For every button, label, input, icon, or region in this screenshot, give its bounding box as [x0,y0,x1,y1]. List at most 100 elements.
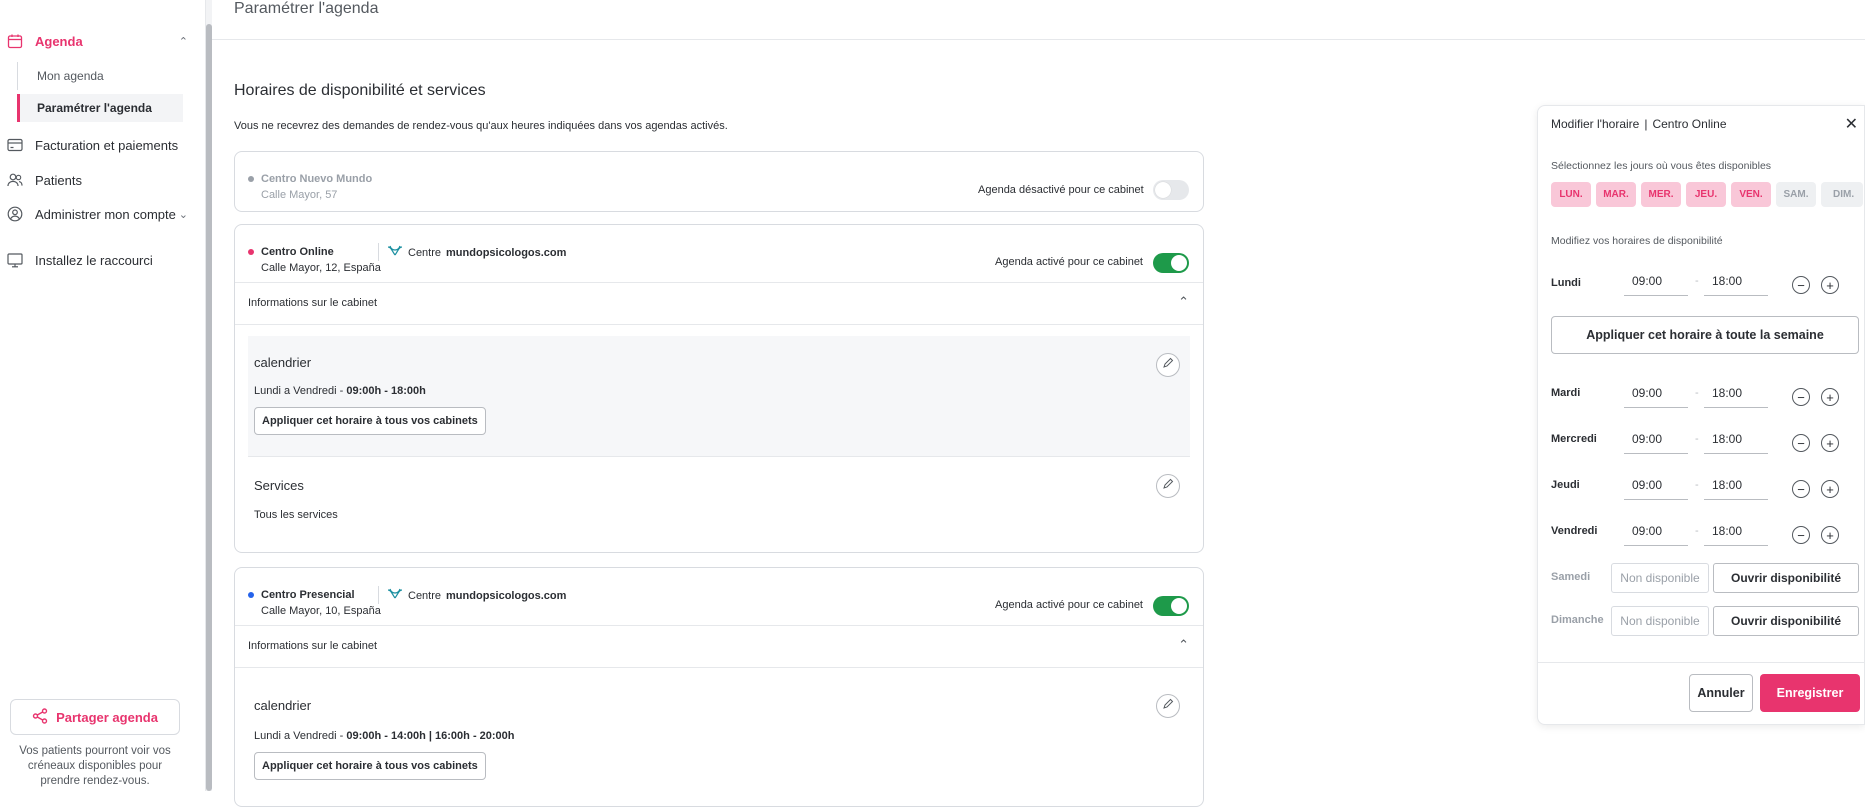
minus-circle-icon[interactable]: − [1792,480,1810,498]
plus-circle-icon[interactable]: + [1821,388,1839,406]
end-time-field[interactable]: 18:00 [1704,424,1768,454]
brand-name: mundopsicologos.com [446,589,567,602]
cabinet-card-presencial: Centro Presencial Calle Mayor, 10, Españ… [234,567,1204,807]
open-availability-button[interactable]: Ouvrir disponibilité [1713,606,1859,636]
chevron-up-icon[interactable]: ⌃ [179,35,188,48]
select-days-label: Sélectionnez les jours où vous êtes disp… [1551,160,1772,172]
cabinet-address: Calle Mayor, 57 [261,189,338,201]
apply-week-button[interactable]: Appliquer cet horaire à toute la semaine [1551,316,1859,354]
brand-logo-icon [387,245,403,260]
minus-circle-icon[interactable]: − [1792,276,1810,294]
sidebar-item-facturation[interactable]: Facturation et paiements [0,131,206,159]
day-pill-jeu[interactable]: JEU. [1686,182,1726,207]
minus-circle-icon[interactable]: − [1792,388,1810,406]
plus-circle-icon[interactable]: + [1821,434,1839,452]
monitor-icon [6,251,24,269]
close-icon[interactable]: ✕ [1845,114,1858,134]
edit-services-button[interactable] [1156,474,1180,498]
calendar-title: calendrier [254,698,312,713]
time-separator: - [1695,387,1699,399]
start-time-field[interactable]: 09:00 [1624,516,1688,546]
scrollbar-thumb[interactable] [206,24,212,791]
day-pill-ven[interactable]: VEN. [1731,182,1771,207]
sidebar-subitem-mon-agenda[interactable]: Mon agenda [17,62,183,90]
section-title: Horaires de disponibilité et services [234,82,486,99]
day-name: Vendredi [1551,525,1598,537]
time-separator: - [1695,275,1699,287]
chevron-up-icon[interactable]: ⌃ [1178,294,1189,310]
plus-circle-icon[interactable]: + [1821,480,1839,498]
brand-prefix: Centre [408,246,442,259]
cancel-button[interactable]: Annuler [1689,674,1753,712]
start-time-field[interactable]: 09:00 [1624,378,1688,408]
services-title: Services [254,478,304,493]
end-time-field[interactable]: 18:00 [1704,378,1768,408]
cabinet-brand: Centre mundopsicologos.com [387,588,566,603]
share-agenda-button[interactable]: Partager agenda [10,699,180,735]
day-name: Lundi [1551,277,1581,289]
sidebar-item-patients[interactable]: Patients [0,166,206,194]
cabinet-info-row[interactable]: Informations sur le cabinet ⌃ [235,625,1203,668]
start-time-field[interactable]: 09:00 [1624,470,1688,500]
cabinet-name: Centro Presencial [261,589,355,601]
cabinet-name: Centro Online [261,246,334,258]
sidebar-item-label: Paramétrer l'agenda [37,101,152,115]
sidebar-item-agenda[interactable]: Agenda ⌃ [0,27,206,55]
share-note: Vos patients pourront voir vos créneaux … [19,745,171,787]
day-name: Mardi [1551,387,1581,399]
save-button[interactable]: Enregistrer [1760,674,1860,712]
day-pill-lun[interactable]: LUN. [1551,182,1591,207]
divider [378,586,379,604]
day-pill-sam[interactable]: SAM. [1776,182,1816,207]
user-circle-icon [6,205,24,223]
day-pill-mer[interactable]: MER. [1641,182,1681,207]
agenda-toggle[interactable] [1153,596,1189,616]
cabinet-address: Calle Mayor, 10, España [261,605,381,617]
modify-hours-label: Modifiez vos horaires de disponibilité [1551,235,1723,247]
page-title: Paramétrer l'agenda [234,0,379,17]
sidebar-item-label: Patients [35,172,82,188]
sidebar-subitem-parametrer[interactable]: Paramétrer l'agenda [17,94,183,122]
start-time-field[interactable]: 09:00 [1624,424,1688,454]
day-name: Samedi [1551,571,1591,583]
chevron-up-icon[interactable]: ⌃ [1178,637,1189,653]
status-dot [248,592,254,598]
cabinet-name: Centro Nuevo Mundo [261,173,373,185]
chevron-down-icon[interactable]: ⌄ [179,208,188,221]
agenda-toggle[interactable] [1153,180,1189,200]
open-availability-button[interactable]: Ouvrir disponibilité [1713,563,1859,593]
brand-prefix: Centre [408,589,442,602]
time-separator: - [1695,525,1699,537]
minus-circle-icon[interactable]: − [1792,434,1810,452]
day-name: Mercredi [1551,433,1597,445]
status-dot [248,176,254,182]
apply-all-cabinets-button[interactable]: Appliquer cet horaire à tous vos cabinet… [254,407,486,435]
end-time-field[interactable]: 18:00 [1704,516,1768,546]
agenda-toggle-label: Agenda activé pour ce cabinet [995,256,1143,268]
day-pill-mar[interactable]: MAR. [1596,182,1636,207]
end-time-field[interactable]: 18:00 [1704,470,1768,500]
time-separator: - [1695,479,1699,491]
plus-circle-icon[interactable]: + [1821,526,1839,544]
cabinet-info-row[interactable]: Informations sur le cabinet ⌃ [235,282,1203,325]
day-name: Jeudi [1551,479,1580,491]
calendar-hours: Lundi a Vendredi - 09:00h - 18:00h [254,385,426,397]
section-subtitle: Vous ne recevrez des demandes de rendez-… [234,120,728,132]
cabinet-info-label: Informations sur le cabinet [248,297,378,309]
cabinet-address: Calle Mayor, 12, España [261,262,381,274]
agenda-toggle[interactable] [1153,253,1189,273]
apply-all-cabinets-button[interactable]: Appliquer cet horaire à tous vos cabinet… [254,752,486,780]
edit-calendar-button[interactable] [1156,353,1180,377]
start-time-field[interactable]: 09:00 [1624,266,1688,296]
sidebar-item-raccourci[interactable]: Installez le raccourci [0,246,206,274]
day-pill-dim[interactable]: DIM. [1821,182,1863,207]
status-dot [248,249,254,255]
sidebar-item-administrer[interactable]: Administrer mon compte ⌄ [0,200,206,228]
end-time-field[interactable]: 18:00 [1704,266,1768,296]
minus-circle-icon[interactable]: − [1792,526,1810,544]
calendar-icon [6,32,24,50]
edit-calendar-button[interactable] [1156,694,1180,718]
sidebar-scrollbar[interactable] [206,0,212,791]
services-value: Tous les services [254,509,338,521]
plus-circle-icon[interactable]: + [1821,276,1839,294]
